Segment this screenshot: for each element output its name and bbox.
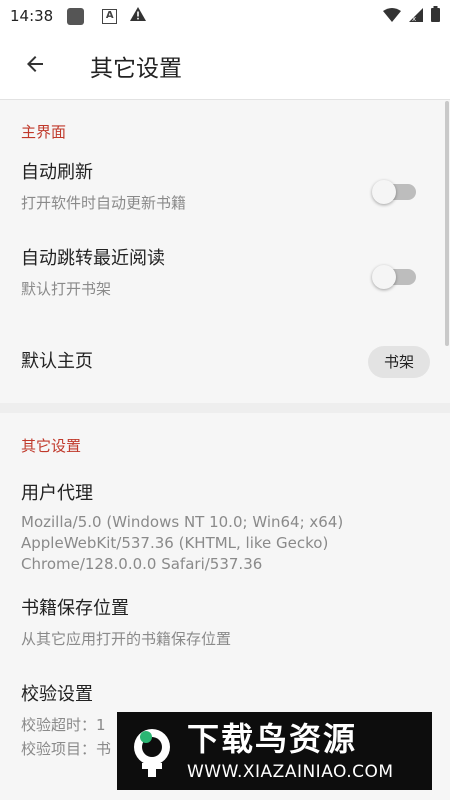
pref-book-location[interactable]: 书籍保存位置 从其它应用打开的书籍保存位置 <box>0 591 450 677</box>
pref-summary: 从其它应用打开的书籍保存位置 <box>21 630 232 648</box>
arrow-left-icon <box>23 52 47 80</box>
scrollbar[interactable] <box>445 101 449 346</box>
pref-title: 默认主页 <box>21 351 93 372</box>
watermark-text: 下载鸟资源 WWW.XIAZAINIAO.COM <box>187 719 394 783</box>
page-title: 其它设置 <box>90 55 182 82</box>
toolbar: 其它设置 <box>0 32 450 100</box>
wifi-icon <box>383 7 401 26</box>
signal-icon: x <box>409 7 423 26</box>
status-time: 14:38 <box>10 7 54 25</box>
warning-icon <box>129 6 147 26</box>
pref-title: 校验设置 <box>21 684 93 705</box>
svg-text:x: x <box>412 15 416 22</box>
pref-default-home[interactable]: 默认主页 书架 <box>0 321 450 403</box>
pref-summary: Mozilla/5.0 (Windows NT 10.0; Win64; x64… <box>21 513 344 573</box>
pref-title: 自动跳转最近阅读 <box>21 248 165 269</box>
switch-knob <box>372 265 396 289</box>
auto-refresh-switch[interactable] <box>372 180 416 204</box>
pref-summary: 打开软件时自动更新书籍 <box>21 194 187 212</box>
section-title-main: 主界面 <box>21 123 67 141</box>
pref-title: 用户代理 <box>21 483 93 504</box>
watermark-main: 下载鸟资源 <box>187 720 358 758</box>
section-title-other: 其它设置 <box>21 437 82 455</box>
section-divider <box>0 403 450 413</box>
pref-title: 书籍保存位置 <box>21 598 129 619</box>
pref-auto-refresh[interactable]: 自动刷新 打开软件时自动更新书籍 <box>0 151 450 233</box>
a-badge-icon: A <box>102 8 118 24</box>
section-main: 主界面 自动刷新 打开软件时自动更新书籍 自动跳转最近阅读 默认打开书架 默认主… <box>0 101 450 403</box>
notification-square-icon <box>67 7 85 25</box>
default-home-chip[interactable]: 书架 <box>367 346 430 378</box>
switch-knob <box>372 180 396 204</box>
pref-user-agent[interactable]: 用户代理 Mozilla/5.0 (Windows NT 10.0; Win64… <box>0 465 450 591</box>
battery-icon <box>431 6 440 26</box>
settings-list: 主界面 自动刷新 打开软件时自动更新书籍 自动跳转最近阅读 默认打开书架 默认主… <box>0 101 450 787</box>
pref-auto-jump[interactable]: 自动跳转最近阅读 默认打开书架 <box>0 233 450 321</box>
pref-summary: 默认打开书架 <box>21 280 112 298</box>
auto-jump-switch[interactable] <box>372 265 416 289</box>
back-button[interactable] <box>0 32 70 100</box>
pref-title: 自动刷新 <box>21 162 93 183</box>
watermark-url: WWW.XIAZAINIAO.COM <box>187 762 394 782</box>
status-bar: 14:38 A x <box>0 0 450 32</box>
watermark: 下载鸟资源 WWW.XIAZAINIAO.COM <box>117 712 432 790</box>
bird-logo-icon <box>117 712 187 790</box>
